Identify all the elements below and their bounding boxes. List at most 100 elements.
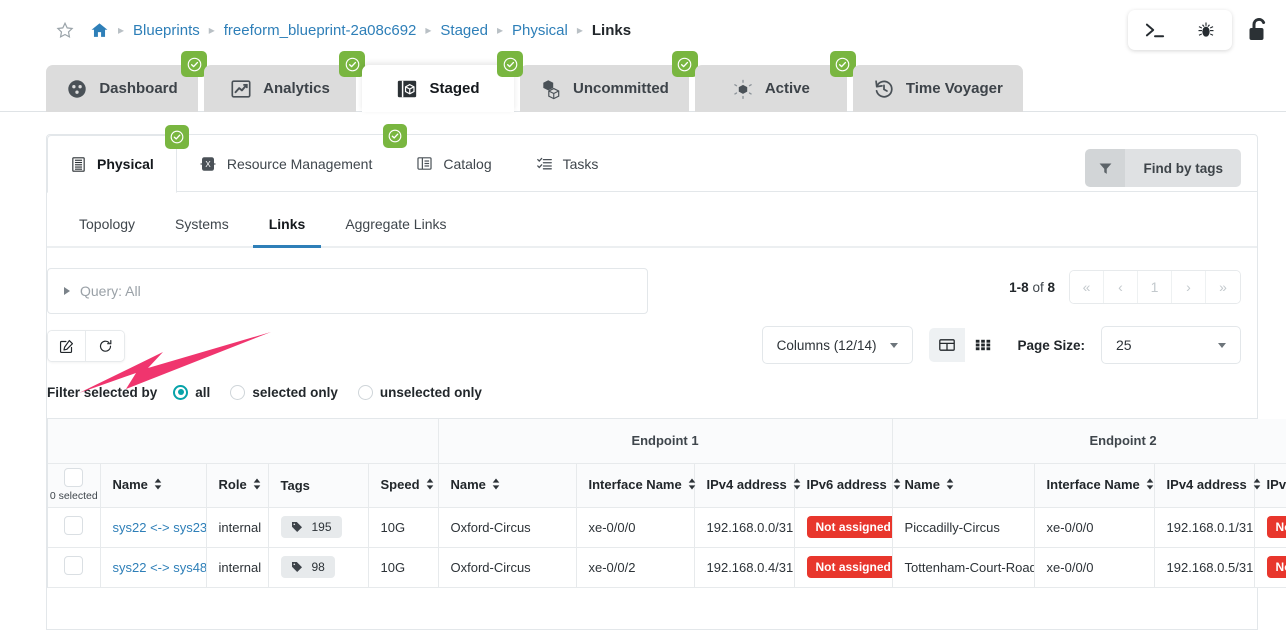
tab-time-voyager[interactable]: Time Voyager xyxy=(852,65,1023,112)
radio-all[interactable]: all xyxy=(173,384,210,400)
column-header-role[interactable]: Role xyxy=(206,463,269,508)
home-icon[interactable] xyxy=(90,21,109,40)
tag-chip[interactable]: 195 xyxy=(280,516,342,538)
sort-icon[interactable] xyxy=(492,478,500,493)
inner-tab-links[interactable]: Links xyxy=(252,200,322,248)
column-header-e1-ipv4[interactable]: IPv4 address xyxy=(694,463,801,508)
terminal-icon[interactable] xyxy=(1144,21,1166,39)
sort-icon[interactable] xyxy=(253,478,261,493)
column-header-e1-interface-name[interactable]: Interface Name xyxy=(576,463,696,508)
grid-view-icon[interactable] xyxy=(965,328,1002,362)
rack-icon xyxy=(70,156,87,173)
inner-tab-strip: Topology Systems Links Aggregate Links xyxy=(47,200,1257,248)
page-size-label: Page Size: xyxy=(1017,337,1085,353)
pagination-first-button[interactable]: « xyxy=(1070,271,1104,303)
subtab-physical[interactable]: Physical xyxy=(47,125,189,193)
cell-e2-ipv4: 192.168.0.1/31 xyxy=(1154,507,1255,548)
pagination-of: of xyxy=(1032,279,1044,295)
cell-speed: 10G xyxy=(368,507,439,548)
sort-icon[interactable] xyxy=(1253,478,1261,493)
row-checkbox[interactable] xyxy=(64,556,84,575)
inner-tab-aggregate-links[interactable]: Aggregate Links xyxy=(329,200,462,248)
column-label: Role xyxy=(218,476,247,492)
column-header-e1-ipv6[interactable]: IPv6 address xyxy=(794,463,901,508)
tab-active[interactable]: Active xyxy=(694,51,856,112)
pagination-total: 8 xyxy=(1047,279,1055,295)
cell-speed: 10G xyxy=(368,547,439,588)
inner-tab-systems[interactable]: Systems xyxy=(159,200,245,248)
sort-icon[interactable] xyxy=(426,478,434,493)
table-row[interactable]: sys22 <-> sys48 internal 98 10G Oxford-C… xyxy=(48,547,1286,588)
select-all-checkbox[interactable] xyxy=(64,468,84,487)
unlock-icon[interactable] xyxy=(1246,16,1272,44)
catalog-icon xyxy=(416,155,433,172)
cell-e1-interface: xe-0/0/2 xyxy=(576,547,695,588)
radio-icon[interactable] xyxy=(357,384,373,400)
bug-icon[interactable] xyxy=(1196,20,1216,40)
radio-icon[interactable] xyxy=(230,384,246,400)
subtab-catalog[interactable]: Catalog xyxy=(394,135,513,192)
breadcrumb-item-staged[interactable]: Staged xyxy=(440,22,488,39)
table-row[interactable]: sys22 <-> sys23 internal 195 10G Oxford-… xyxy=(48,507,1286,548)
pagination-next-button[interactable]: › xyxy=(1172,271,1206,303)
cube-staged-icon xyxy=(396,78,418,100)
tab-uncommitted[interactable]: Uncommitted xyxy=(520,51,698,112)
status-badge-check xyxy=(497,51,523,77)
page-size-selector[interactable]: 25 xyxy=(1101,326,1241,364)
selected-count: 0 selected xyxy=(49,490,98,502)
tab-dashboard[interactable]: Dashboard xyxy=(46,51,207,112)
pagination-page-1[interactable]: 1 xyxy=(1138,271,1172,303)
revert-button[interactable] xyxy=(86,331,124,361)
breadcrumb-item-physical[interactable]: Physical xyxy=(512,22,568,39)
sort-icon[interactable] xyxy=(688,478,696,493)
subtab-tasks[interactable]: Tasks xyxy=(514,135,621,192)
pagination-prev-button[interactable]: ‹ xyxy=(1104,271,1138,303)
sort-icon[interactable] xyxy=(1146,478,1154,493)
pagination-last-button[interactable]: » xyxy=(1206,271,1240,303)
inner-tab-topology[interactable]: Topology xyxy=(63,200,151,248)
table-group-header-row: Endpoint 1 Endpoint 2 xyxy=(48,419,1286,464)
column-header-e2-interface-name[interactable]: Interface Name xyxy=(1034,463,1155,508)
cell-link-name[interactable]: sys22 <-> sys23 xyxy=(100,507,207,548)
topbar-actions xyxy=(1128,10,1272,50)
tab-staged[interactable]: Staged xyxy=(362,51,523,112)
radio-label: unselected only xyxy=(379,384,482,400)
sort-icon[interactable] xyxy=(154,478,162,493)
radio-icon[interactable] xyxy=(173,384,189,400)
sort-icon[interactable] xyxy=(893,478,901,493)
cell-e1-ipv4: 192.168.0.0/31 xyxy=(694,507,795,548)
column-header-name[interactable]: Name xyxy=(100,463,207,508)
column-header-tags[interactable]: Tags xyxy=(268,463,369,508)
tab-label: Active xyxy=(764,80,810,97)
edit-button[interactable] xyxy=(48,331,86,361)
subtab-label: Tasks xyxy=(562,155,599,172)
column-label: Tags xyxy=(280,477,310,493)
column-header-e2-ipv4[interactable]: IPv4 address xyxy=(1154,463,1261,508)
column-header-speed[interactable]: Speed xyxy=(368,463,439,508)
triangle-right-icon[interactable] xyxy=(64,287,70,295)
query-input[interactable]: Query: All xyxy=(47,268,648,314)
column-label: Name xyxy=(904,476,940,492)
star-icon[interactable] xyxy=(56,21,74,39)
breadcrumb-separator: ▸ xyxy=(425,23,432,37)
column-label: Interface Name xyxy=(588,476,682,492)
columns-selector[interactable]: Columns (12/14) xyxy=(761,326,914,364)
subtab-resource-management[interactable]: X Resource Management xyxy=(177,124,408,192)
radio-unselected-only[interactable]: unselected only xyxy=(357,384,482,400)
sort-icon[interactable] xyxy=(793,478,801,493)
column-header-e1-name[interactable]: Name xyxy=(438,463,577,508)
breadcrumb-item-blueprint-id[interactable]: freeform_blueprint-2a08c692 xyxy=(224,22,417,39)
breadcrumb-item-blueprints[interactable]: Blueprints xyxy=(133,22,200,39)
sort-icon[interactable] xyxy=(946,478,954,493)
resource-icon: X xyxy=(199,155,217,173)
column-header-e2-name[interactable]: Name xyxy=(892,463,1035,508)
group-header-endpoint-1: Endpoint 1 xyxy=(438,419,893,464)
find-by-tags-button[interactable]: Find by tags xyxy=(1085,149,1241,187)
tag-chip[interactable]: 98 xyxy=(280,556,335,578)
tab-analytics[interactable]: Analytics xyxy=(204,51,365,112)
cell-link-name[interactable]: sys22 <-> sys48 xyxy=(100,547,207,588)
radio-selected-only[interactable]: selected only xyxy=(230,384,338,400)
table-view-icon[interactable] xyxy=(929,328,966,362)
row-checkbox[interactable] xyxy=(64,516,84,535)
inner-tab-label: Aggregate Links xyxy=(345,216,447,232)
